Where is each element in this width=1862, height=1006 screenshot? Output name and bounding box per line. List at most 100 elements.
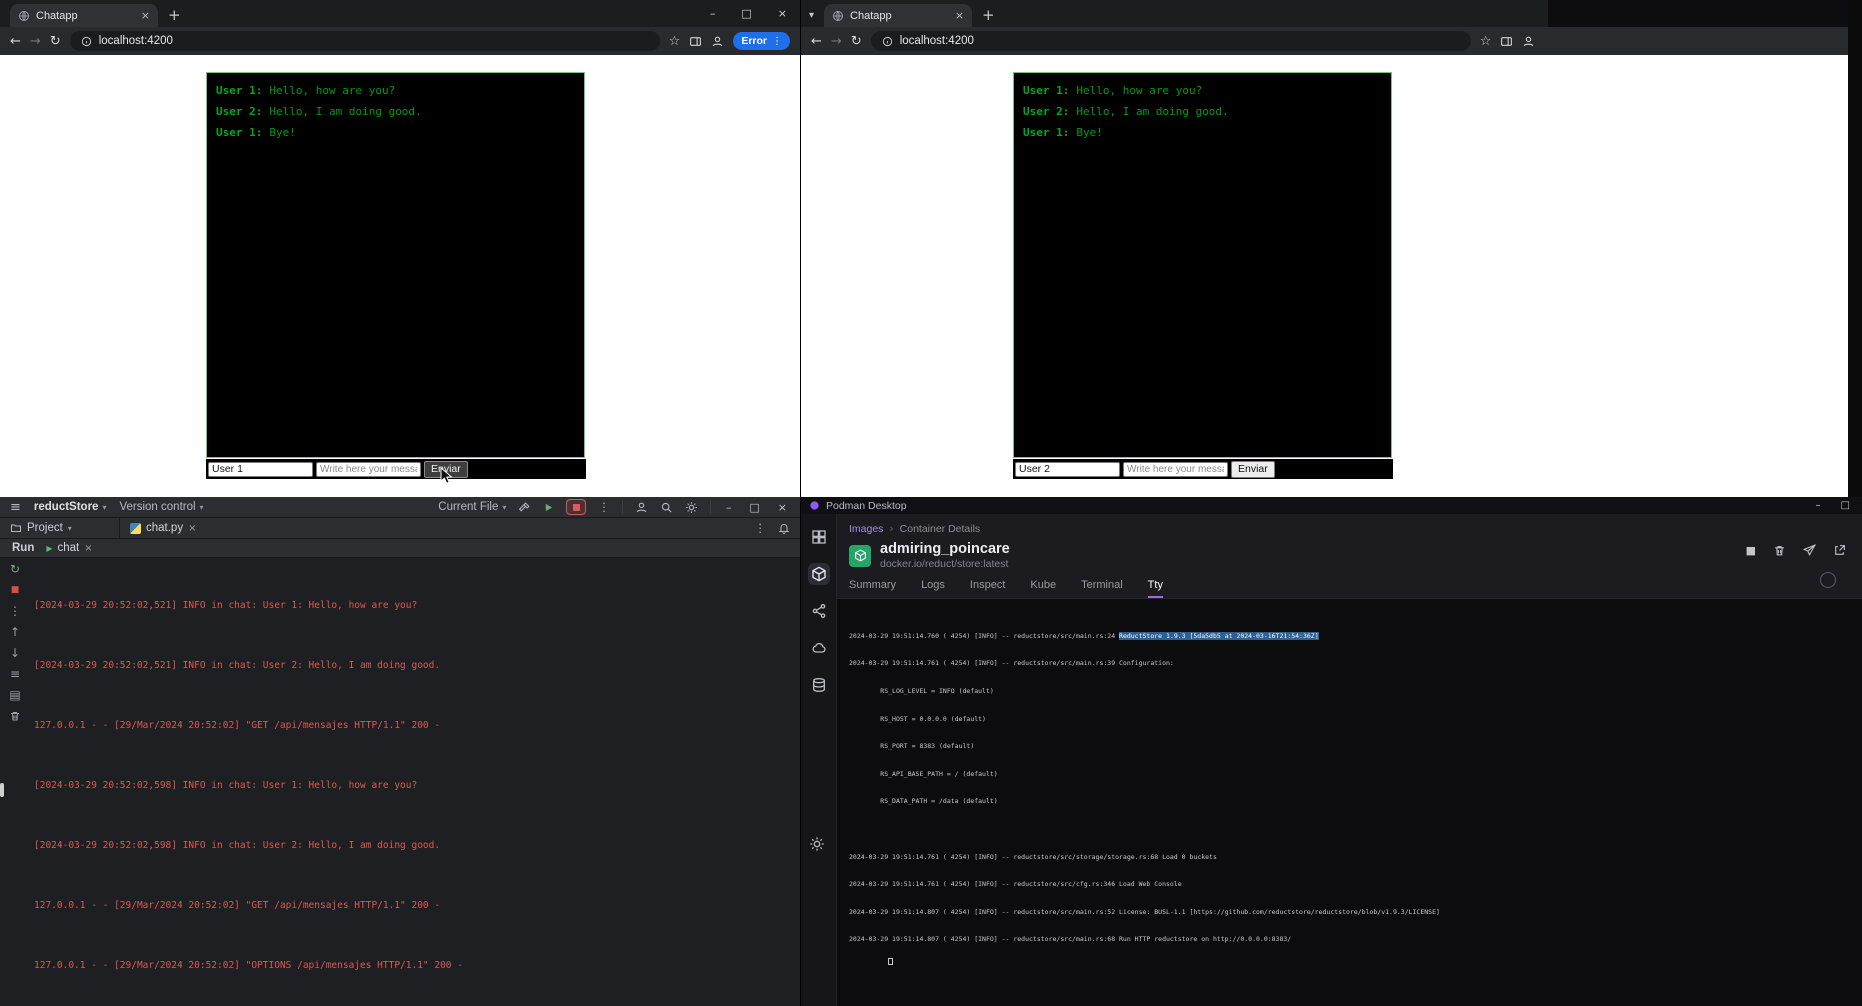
username-input[interactable] — [1015, 462, 1120, 477]
maximize-button[interactable]: □ — [746, 501, 762, 514]
container-detail-tab[interactable]: Logs — [921, 579, 945, 598]
kebab-icon[interactable]: ⋮ — [772, 36, 782, 47]
new-tab-button[interactable]: + — [168, 8, 181, 23]
container-actions: ■ — [1746, 544, 1846, 557]
username-input[interactable] — [208, 462, 313, 477]
hamburger-menu-icon[interactable]: ≡ — [10, 500, 21, 515]
browser-tab[interactable]: Chatapp × — [824, 4, 972, 27]
tab-close-icon[interactable]: × — [141, 9, 150, 22]
clear-console-icon[interactable] — [9, 710, 21, 722]
forward-button[interactable]: → — [831, 35, 842, 48]
notifications-bell-icon[interactable] — [778, 522, 790, 534]
tab-close-icon[interactable]: × — [955, 9, 964, 22]
ide-window: ≡ reductStore ▾ Version control ▾ Curren… — [0, 497, 800, 1006]
container-detail-tab[interactable]: Inspect — [970, 579, 1005, 598]
nav-dashboard-icon[interactable] — [808, 526, 830, 548]
up-stack-trace-icon[interactable]: ↑ — [10, 626, 20, 638]
site-info-icon[interactable] — [81, 36, 92, 47]
run-button[interactable] — [543, 502, 554, 513]
maximize-button[interactable]: □ — [1841, 500, 1850, 511]
toolbar-divider — [710, 501, 711, 514]
rerun-icon[interactable]: ↻ — [10, 563, 20, 575]
address-bar[interactable]: localhost:4200 — [70, 31, 660, 51]
breadcrumb-images-link[interactable]: Images — [849, 523, 883, 535]
message-input[interactable] — [316, 462, 421, 477]
delete-container-button[interactable] — [1773, 544, 1786, 557]
build-hammer-icon[interactable] — [518, 501, 531, 514]
tab-strip: ▾ Chatapp × + — [801, 0, 1862, 27]
nav-volumes-icon[interactable] — [808, 674, 830, 696]
browser-tab[interactable]: Chatapp × — [10, 4, 158, 27]
nav-pods-icon[interactable] — [808, 600, 830, 622]
deploy-kube-button[interactable] — [1803, 544, 1816, 557]
settings-gear-icon[interactable] — [685, 501, 698, 514]
bookmark-star-icon[interactable]: ☆ — [669, 34, 681, 49]
site-info-icon[interactable] — [882, 36, 893, 47]
kebab-icon[interactable]: ⋮ — [755, 521, 767, 535]
vcs-widget[interactable]: Version control ▾ — [119, 501, 203, 513]
terminal-scroll-button[interactable] — [1820, 572, 1836, 588]
console-log-line: 127.0.0.1 - - [29/Mar/2024 20:52:02] "GE… — [34, 898, 800, 913]
new-tab-button[interactable]: + — [982, 8, 995, 23]
stop-container-button[interactable]: ■ — [1746, 544, 1756, 557]
project-panel-header[interactable]: Project ▾ — [0, 518, 120, 538]
chat-message-box: User 1:Hello, how are you? User 2:Hello,… — [1013, 72, 1392, 458]
folder-icon — [10, 522, 22, 534]
profile-icon[interactable] — [711, 35, 724, 48]
tty-log-line: 2024-03-29 19:51:14.761 ( 4254) [INFO] -… — [849, 881, 1862, 888]
forward-button[interactable]: → — [30, 35, 41, 48]
open-external-button[interactable] — [1833, 544, 1846, 557]
container-detail-tab[interactable]: Summary — [849, 579, 896, 598]
soft-wrap-icon[interactable]: ≡ — [10, 668, 20, 680]
reload-button[interactable]: ↻ — [851, 35, 862, 48]
container-cube-icon — [849, 545, 871, 567]
address-bar[interactable]: localhost:4200 — [871, 31, 1471, 51]
side-panel-icon[interactable] — [689, 35, 702, 48]
back-button[interactable]: ← — [811, 35, 822, 48]
profile-icon[interactable] — [1522, 35, 1535, 48]
close-button[interactable]: × — [775, 501, 790, 514]
run-console: ↻ ■ ⋮ ↑ ↓ ≡ ▤ [2024-03-29 20:52:02,521] … — [0, 558, 800, 1006]
tab-close-icon[interactable]: × — [84, 543, 92, 554]
run-tab-chat[interactable]: ▶ chat × — [46, 542, 92, 554]
tty-output: 2024-03-29 19:51:14.760 ( 4254) [INFO] -… — [837, 599, 1862, 1006]
container-detail-tab[interactable]: Kube — [1030, 579, 1056, 598]
container-detail-tabs: Summary Logs Inspect Kube Terminal Tty — [849, 579, 1862, 598]
background-window-strip — [1548, 0, 1862, 27]
search-icon[interactable] — [660, 501, 673, 514]
message-input[interactable] — [1123, 462, 1228, 477]
project-widget[interactable]: reductStore ▾ — [34, 501, 107, 513]
side-panel-icon[interactable] — [1500, 35, 1513, 48]
tab-close-icon[interactable]: × — [188, 523, 196, 534]
bookmark-star-icon[interactable]: ☆ — [1480, 34, 1492, 49]
close-button[interactable]: × — [765, 0, 800, 27]
nav-images-icon[interactable] — [808, 637, 830, 659]
minimize-button[interactable]: – — [723, 501, 735, 514]
stop-button[interactable] — [566, 499, 586, 515]
container-detail-tab[interactable]: Tty — [1148, 579, 1163, 598]
stop-icon[interactable]: ■ — [11, 584, 20, 596]
down-stack-trace-icon[interactable]: ↓ — [10, 647, 20, 659]
more-actions-icon[interactable]: ⋮ — [598, 500, 610, 514]
extension-error-badge[interactable]: Error ⋮ — [733, 32, 790, 50]
reload-button[interactable]: ↻ — [50, 35, 61, 48]
globe-favicon-icon — [18, 10, 30, 22]
maximize-button[interactable]: □ — [728, 0, 764, 27]
minimize-button[interactable]: – — [1816, 500, 1821, 511]
settings-gear-icon[interactable] — [809, 836, 825, 852]
chevron-down-icon: ▾ — [68, 524, 72, 533]
scrollbar-thumb[interactable] — [0, 783, 4, 797]
back-button[interactable]: ← — [10, 35, 21, 48]
minimize-button[interactable]: – — [697, 0, 729, 27]
nav-containers-icon[interactable] — [808, 563, 830, 585]
kebab-icon[interactable]: ⋮ — [9, 605, 21, 617]
run-config-selector[interactable]: Current File ▾ — [438, 501, 506, 513]
tab-search-chevron-icon[interactable]: ▾ — [809, 10, 814, 21]
tty-log-line: RS_DATA_PATH = /data (default) — [849, 798, 1862, 805]
scroll-to-end-icon[interactable]: ▤ — [9, 689, 20, 701]
editor-tab-chatpy[interactable]: chat.py × — [130, 522, 196, 534]
project-name: reductStore — [34, 501, 99, 513]
profile-icon[interactable] — [635, 501, 648, 514]
container-detail-tab[interactable]: Terminal — [1081, 579, 1123, 598]
send-button[interactable]: Enviar — [1231, 461, 1275, 478]
